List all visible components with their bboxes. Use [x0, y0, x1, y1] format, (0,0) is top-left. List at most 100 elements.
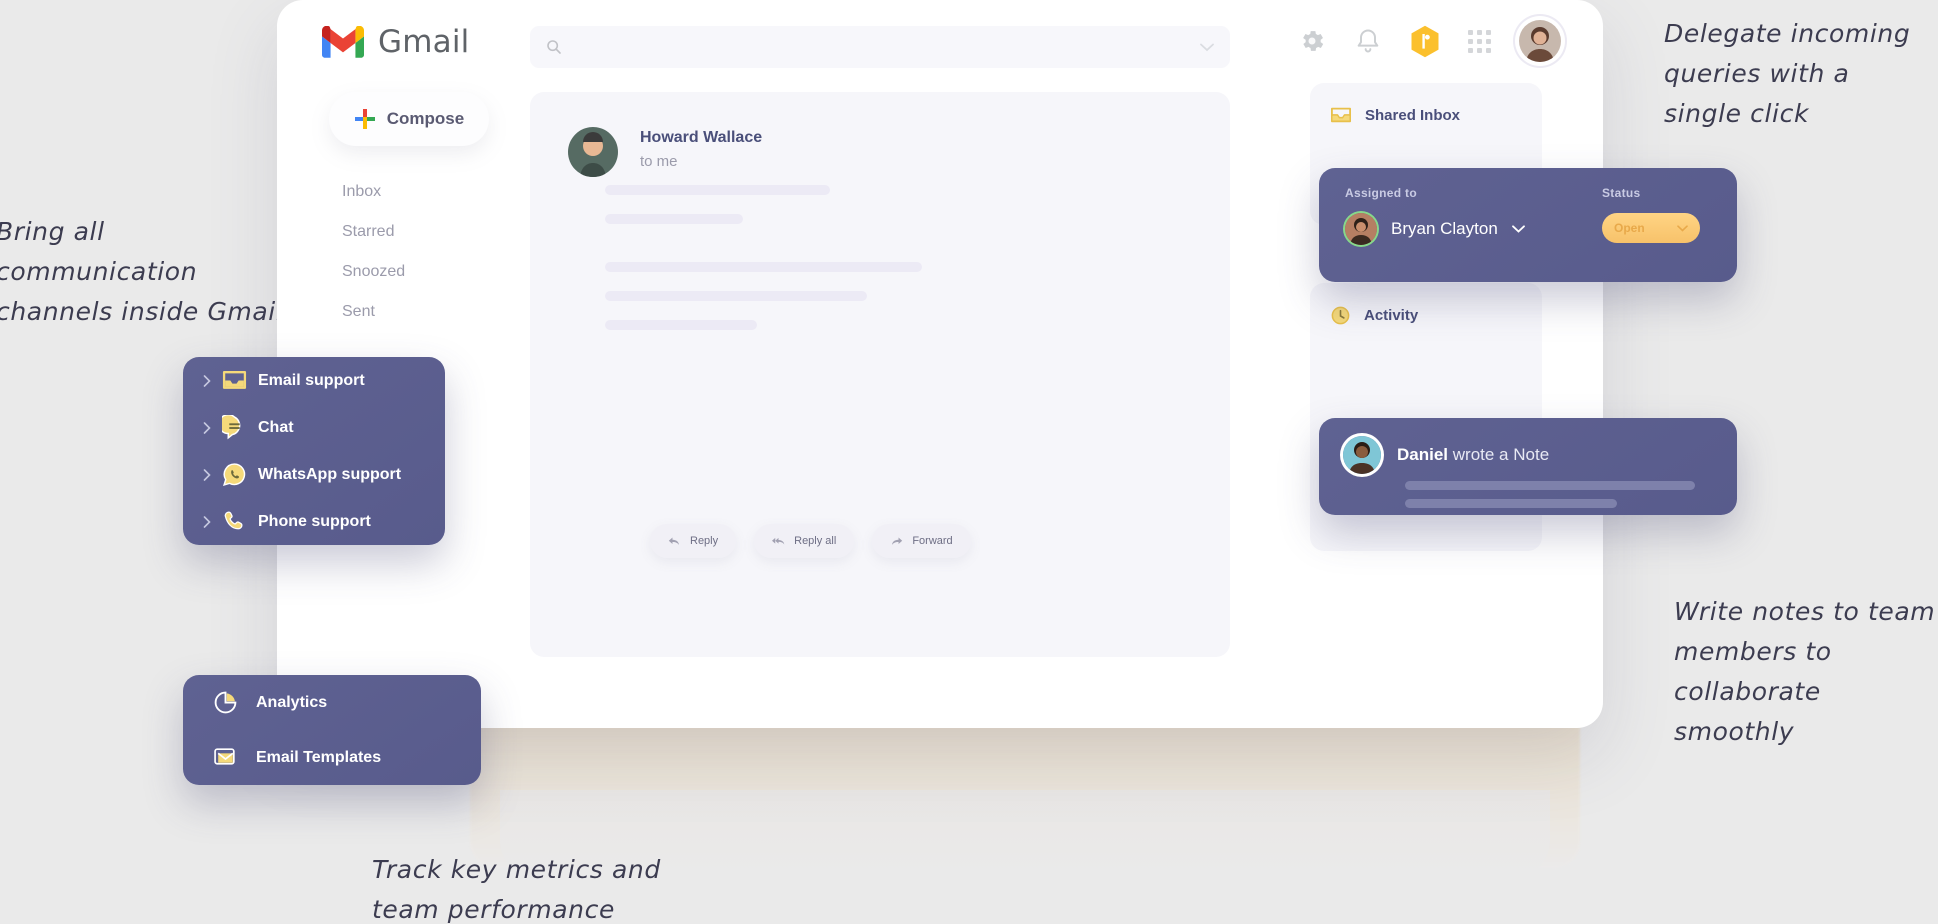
mail-reading-pane: Howard Wallace to me Reply Reply all For… — [530, 92, 1230, 657]
apps-grid-icon[interactable] — [1468, 29, 1491, 53]
status-label: Status — [1602, 186, 1641, 200]
app-mockup-stage: Bring all communication channels inside … — [0, 0, 1938, 924]
channel-item-email-support[interactable]: Email support — [183, 357, 445, 404]
status-badge[interactable]: Open — [1602, 213, 1700, 243]
channel-label: Email support — [258, 371, 365, 389]
tool-item-email-templates[interactable]: Email Templates — [183, 730, 481, 785]
note-author: Daniel — [1397, 445, 1449, 464]
history-clock-icon — [1331, 306, 1350, 325]
avatar-image — [1519, 20, 1561, 62]
chevron-right-icon — [203, 421, 211, 434]
note-card: Daniel wrote a Note — [1319, 418, 1737, 515]
note-action: wrote a Note — [1452, 445, 1550, 464]
mail-sender-block: Howard Wallace to me — [568, 127, 762, 177]
compose-button[interactable]: Compose — [329, 92, 489, 146]
forward-icon — [892, 536, 903, 545]
chevron-down-icon[interactable] — [1511, 225, 1525, 233]
chat-bubble-icon — [222, 415, 241, 440]
gear-icon[interactable] — [1298, 27, 1326, 55]
reply-all-icon — [772, 537, 785, 545]
assigned-to-group: Assigned to Bryan Clayton — [1345, 186, 1525, 245]
sidebar-item-snoozed[interactable]: Snoozed — [342, 256, 530, 288]
mail-action-row: Reply Reply all Forward — [650, 524, 971, 558]
gmail-window: Gmail Compose Inbox Starred Snoozed Sent… — [277, 0, 1603, 728]
bell-icon[interactable] — [1354, 27, 1382, 55]
annotation-bottom: Track key metrics and team performance — [372, 855, 661, 924]
shared-inbox-title: Shared Inbox — [1365, 106, 1461, 124]
chevron-right-icon — [203, 374, 211, 387]
body-skeleton-line — [605, 185, 830, 195]
tools-card: Analytics Email Templates — [183, 675, 481, 785]
search-input[interactable] — [562, 38, 1200, 56]
body-skeleton-line — [605, 214, 743, 224]
inbox-tray-icon — [1330, 107, 1351, 123]
annotation-right: Write notes to team members to collabora… — [1674, 597, 1936, 746]
annotation-left: Bring all communication channels inside … — [0, 217, 284, 326]
recipient-label: to me — [640, 153, 678, 170]
assignment-card: Assigned to Bryan Clayton Status Open — [1319, 168, 1737, 282]
channels-card: Email support Chat WhatsApp support Phon… — [183, 357, 445, 545]
chevron-down-icon[interactable] — [1677, 224, 1688, 232]
header-icon-group — [1298, 20, 1561, 62]
search-bar[interactable] — [530, 26, 1230, 68]
hexagon-badge-icon[interactable] — [1410, 25, 1440, 58]
chevron-down-icon[interactable] — [1200, 43, 1214, 52]
search-icon — [547, 40, 561, 54]
phone-icon — [224, 511, 243, 530]
status-group: Status Open — [1602, 186, 1700, 243]
sidebar: Compose Inbox Starred Snoozed Sent — [277, 92, 530, 336]
gmail-wordmark: Gmail — [378, 24, 470, 60]
avatar — [1345, 213, 1377, 245]
pie-chart-icon — [214, 691, 237, 714]
avatar-image — [1345, 213, 1377, 245]
app-header: Gmail — [277, 0, 1603, 92]
forward-label: Forward — [912, 535, 953, 547]
sidebar-item-inbox[interactable]: Inbox — [342, 176, 530, 208]
channel-item-phone-support[interactable]: Phone support — [183, 498, 445, 545]
annotation-top-right: Delegate incoming queries with a single … — [1664, 19, 1911, 128]
whatsapp-icon — [222, 463, 246, 486]
sidebar-item-sent[interactable]: Sent — [342, 296, 530, 328]
gmail-brand: Gmail — [322, 24, 469, 60]
reply-all-button[interactable]: Reply all — [754, 524, 855, 558]
body-skeleton-line — [605, 320, 757, 330]
plus-icon — [354, 109, 375, 129]
assigned-to-label: Assigned to — [1345, 186, 1417, 200]
avatar[interactable] — [1519, 20, 1561, 62]
tool-label: Email Templates — [256, 748, 382, 766]
note-skeleton-line — [1405, 481, 1695, 490]
sender-name: Howard Wallace — [640, 129, 763, 146]
status-value: Open — [1614, 221, 1645, 235]
channel-item-chat[interactable]: Chat — [183, 404, 445, 451]
assignee-name: Bryan Clayton — [1391, 219, 1498, 238]
reply-button[interactable]: Reply — [650, 524, 737, 558]
assignee-selector[interactable]: Bryan Clayton — [1345, 213, 1525, 245]
envelope-stack-icon — [214, 748, 235, 765]
note-text: Daniel wrote a Note — [1397, 445, 1549, 465]
tool-label: Analytics — [256, 693, 328, 711]
sidebar-nav: Inbox Starred Snoozed Sent — [277, 176, 530, 328]
channel-label: Phone support — [258, 512, 371, 530]
avatar-image — [1343, 436, 1381, 474]
inbox-tray-icon — [222, 371, 247, 389]
body-skeleton-line — [605, 291, 867, 301]
chevron-right-icon — [203, 515, 211, 528]
sidebar-item-starred[interactable]: Starred — [342, 216, 530, 248]
reply-all-label: Reply all — [794, 535, 837, 547]
gmail-logo-icon — [322, 26, 364, 58]
compose-label: Compose — [386, 109, 465, 128]
reply-icon — [668, 536, 679, 545]
note-header: Daniel wrote a Note — [1319, 418, 1737, 474]
shared-inbox-header: Shared Inbox — [1310, 83, 1542, 125]
forward-button[interactable]: Forward — [872, 524, 971, 558]
channel-label: Chat — [258, 418, 294, 436]
channel-label: WhatsApp support — [258, 465, 402, 483]
body-skeleton-line — [605, 262, 922, 272]
channel-item-whatsapp-support[interactable]: WhatsApp support — [183, 451, 445, 498]
chevron-right-icon — [203, 468, 211, 481]
reply-label: Reply — [690, 535, 719, 547]
activity-title: Activity — [1364, 307, 1419, 324]
tool-item-analytics[interactable]: Analytics — [183, 675, 481, 730]
avatar — [1343, 436, 1381, 474]
note-skeleton-line — [1405, 499, 1617, 508]
